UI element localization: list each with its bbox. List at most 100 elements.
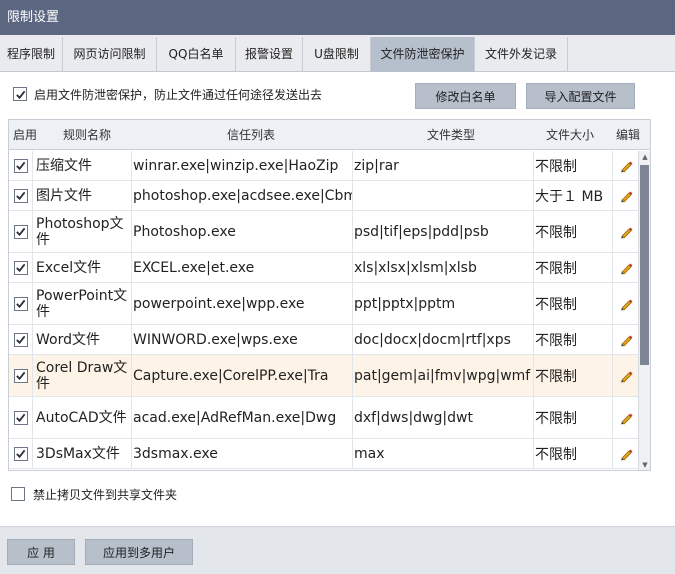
block-share-row: 禁止拷贝文件到共享文件夹 bbox=[11, 486, 177, 502]
pencil-icon[interactable] bbox=[619, 189, 633, 203]
file-type: psd|tif|eps|pdd|psb bbox=[353, 211, 534, 252]
header-rule-name: 规则名称 bbox=[63, 128, 112, 142]
trust-list: acad.exe|AdRefMan.exe|Dwg bbox=[132, 397, 353, 438]
pencil-icon[interactable] bbox=[619, 447, 633, 461]
enable-protection-label: 启用文件防泄密保护，防止文件通过任何途径发送出去 bbox=[34, 87, 323, 102]
window-title: 限制设置 bbox=[0, 0, 675, 35]
header-enable: 启用 bbox=[13, 128, 38, 142]
file-type bbox=[353, 181, 534, 210]
tab-qq-whitelist[interactable]: QQ白名单 bbox=[157, 37, 236, 72]
row-enable-checkbox[interactable] bbox=[13, 410, 28, 425]
check-icon bbox=[16, 161, 26, 171]
table-row[interactable]: Word文件 WINWORD.exe|wps.exe doc|docx|docm… bbox=[9, 325, 638, 355]
trust-list: Photoshop.exe bbox=[132, 211, 353, 252]
pencil-icon[interactable] bbox=[619, 411, 633, 425]
tab-file-leak-protection[interactable]: 文件防泄密保护 bbox=[371, 37, 475, 72]
pencil-icon[interactable] bbox=[619, 159, 633, 173]
trust-list: winrar.exe|winzip.exe|HaoZip bbox=[132, 151, 353, 180]
tab-web-access-limit[interactable]: 网页访问限制 bbox=[63, 37, 157, 72]
row-enable-checkbox[interactable] bbox=[13, 158, 28, 173]
row-enable-checkbox[interactable] bbox=[13, 188, 28, 203]
pencil-icon[interactable] bbox=[619, 297, 633, 311]
tab-file-send-records[interactable]: 文件外发记录 bbox=[475, 37, 568, 72]
file-size: 不限制 bbox=[534, 397, 613, 438]
file-type: pat|gem|ai|fmv|wpg|wmf bbox=[353, 355, 534, 396]
rule-name: Word文件 bbox=[33, 325, 132, 354]
table-row[interactable]: PowerPoint文件 powerpoint.exe|wpp.exe ppt|… bbox=[9, 283, 638, 325]
tab-bar: 程序限制 网页访问限制 QQ白名单 报警设置 U盘限制 文件防泄密保护 文件外发… bbox=[0, 35, 675, 72]
pencil-icon[interactable] bbox=[619, 333, 633, 347]
scroll-up-icon[interactable]: ▲ bbox=[641, 153, 649, 161]
scrollbar-thumb[interactable] bbox=[640, 165, 649, 365]
file-size: 不限制 bbox=[534, 253, 613, 282]
file-type: doc|docx|docm|rtf|xps bbox=[353, 325, 534, 354]
check-icon bbox=[16, 413, 26, 423]
trust-list: powerpoint.exe|wpp.exe bbox=[132, 283, 353, 324]
trust-list: 3dsmax.exe bbox=[132, 439, 353, 468]
rule-name: PowerPoint文件 bbox=[33, 283, 132, 324]
rule-name: 3DsMax文件 bbox=[33, 439, 132, 468]
tab-usb-limit[interactable]: U盘限制 bbox=[303, 37, 371, 72]
file-size: 不限制 bbox=[534, 283, 613, 324]
table-row[interactable]: 图片文件 photoshop.exe|acdsee.exe|Cbmp|jpg|p… bbox=[9, 181, 638, 211]
check-icon bbox=[16, 191, 26, 201]
file-size: 不限制 bbox=[534, 439, 613, 468]
check-icon bbox=[16, 449, 26, 459]
pencil-icon[interactable] bbox=[619, 225, 633, 239]
row-enable-checkbox[interactable] bbox=[13, 296, 28, 311]
scroll-down-icon[interactable]: ▼ bbox=[641, 461, 649, 469]
tab-alarm-settings[interactable]: 报警设置 bbox=[236, 37, 303, 72]
file-size: 不限制 bbox=[534, 325, 613, 354]
table-row[interactable]: AutoCAD文件 acad.exe|AdRefMan.exe|Dwg dxf|… bbox=[9, 397, 638, 439]
trust-list: photoshop.exe|acdsee.exe|Cbmp|jpg|png bbox=[132, 181, 353, 210]
table-row[interactable]: 压缩文件 winrar.exe|winzip.exe|HaoZip zip|ra… bbox=[9, 151, 638, 181]
row-enable-checkbox[interactable] bbox=[13, 446, 28, 461]
table-row[interactable]: 3DsMax文件 3dsmax.exe max 不限制 bbox=[9, 439, 638, 469]
import-config-button[interactable]: 导入配置文件 bbox=[526, 83, 635, 109]
vertical-scrollbar[interactable]: ▲ ▼ bbox=[638, 151, 650, 470]
block-share-checkbox[interactable] bbox=[11, 487, 25, 501]
check-icon bbox=[16, 227, 26, 237]
file-type: xls|xlsx|xlsm|xlsb bbox=[353, 253, 534, 282]
trust-list: Capture.exe|CorelPP.exe|Tra bbox=[132, 355, 353, 396]
block-share-label: 禁止拷贝文件到共享文件夹 bbox=[33, 487, 178, 502]
check-icon bbox=[16, 335, 26, 345]
row-enable-checkbox[interactable] bbox=[13, 332, 28, 347]
enable-protection-checkbox[interactable] bbox=[13, 87, 27, 101]
rule-name: Excel文件 bbox=[33, 253, 132, 282]
check-icon bbox=[16, 299, 26, 309]
file-type: max bbox=[353, 439, 534, 468]
file-size: 不限制 bbox=[534, 151, 613, 180]
row-enable-checkbox[interactable] bbox=[13, 368, 28, 383]
trust-list: WINWORD.exe|wps.exe bbox=[132, 325, 353, 354]
file-size: 不限制 bbox=[534, 355, 613, 396]
apply-button[interactable]: 应 用 bbox=[7, 539, 75, 565]
rule-name: Corel Draw文件 bbox=[33, 355, 132, 396]
file-type: zip|rar bbox=[353, 151, 534, 180]
table-row[interactable]: Corel Draw文件 Capture.exe|CorelPP.exe|Tra… bbox=[9, 355, 638, 397]
rule-name: 图片文件 bbox=[33, 181, 132, 210]
check-icon bbox=[16, 371, 26, 381]
table-row[interactable]: Photoshop文件 Photoshop.exe psd|tif|eps|pd… bbox=[9, 211, 638, 253]
rule-name: 压缩文件 bbox=[33, 151, 132, 180]
enable-protection-row: 启用文件防泄密保护，防止文件通过任何途径发送出去 bbox=[13, 86, 322, 102]
file-type: ppt|pptx|pptm bbox=[353, 283, 534, 324]
table-row[interactable]: Excel文件 EXCEL.exe|et.exe xls|xlsx|xlsm|x… bbox=[9, 253, 638, 283]
header-file-size: 文件大小 bbox=[546, 128, 595, 142]
rules-grid: 启用 规则名称 信任列表 文件类型 文件大小 编辑 压缩文件 winrar.ex… bbox=[8, 119, 651, 471]
file-size: 大于１ MB bbox=[534, 181, 613, 210]
row-enable-checkbox[interactable] bbox=[13, 224, 28, 239]
row-enable-checkbox[interactable] bbox=[13, 260, 28, 275]
modify-whitelist-button[interactable]: 修改白名单 bbox=[415, 83, 516, 109]
pencil-icon[interactable] bbox=[619, 261, 633, 275]
file-type: dxf|dws|dwg|dwt bbox=[353, 397, 534, 438]
header-trust-list: 信任列表 bbox=[227, 128, 276, 142]
pencil-icon[interactable] bbox=[619, 369, 633, 383]
header-edit: 编辑 bbox=[616, 128, 641, 142]
tab-program-limit[interactable]: 程序限制 bbox=[0, 37, 63, 72]
apply-multi-user-button[interactable]: 应用到多用户 bbox=[85, 539, 193, 565]
rule-name: AutoCAD文件 bbox=[33, 397, 132, 438]
check-icon bbox=[16, 263, 26, 273]
footer-bar: 应 用 应用到多用户 bbox=[0, 526, 675, 574]
check-icon bbox=[15, 90, 25, 99]
